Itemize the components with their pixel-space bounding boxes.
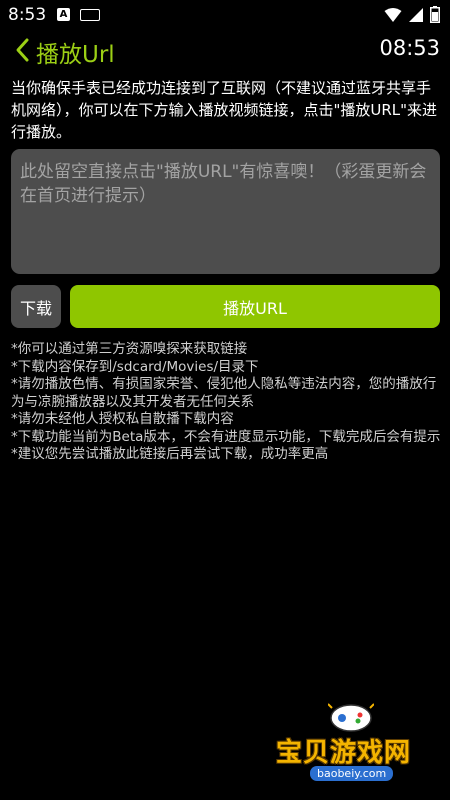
intro-text: 当你确保手表已经成功连接到了互联网（不建议通过蓝牙共享手机网络），你可以在下方输… <box>11 79 438 141</box>
signal-icon <box>409 7 423 22</box>
battery-icon <box>430 6 440 23</box>
download-button[interactable]: 下载 <box>11 285 61 328</box>
app-bar: 播放Url 08:53 <box>0 32 450 68</box>
note-item: *下载内容保存到/sdcard/Movies/目录下 <box>11 358 259 375</box>
back-chevron-icon[interactable] <box>12 36 34 64</box>
a-badge-icon: A <box>57 8 70 21</box>
note-item: *请勿未经他人授权私自散播下载内容 <box>11 411 234 427</box>
watermark-name: 宝贝游戏网 <box>276 738 412 768</box>
status-icons <box>384 6 440 23</box>
url-input-placeholder: 此处留空直接点击"播放URL"有惊喜噢！（彩蛋更新会在首页进行提示） <box>20 162 427 206</box>
note-item: *下载功能当前为Beta版本，不会有进度显示功能，下载完成后会有提示 <box>11 428 441 445</box>
note-item: *建议您先尝试播放此链接后再尝试下载，成功率更高 <box>11 446 329 462</box>
clock: 08:53 <box>379 36 440 60</box>
notes-list: *你可以通过第三方资源嗅探来获取链接 *下载内容保存到/sdcard/Movie… <box>11 341 441 464</box>
gamepad-icon <box>328 703 374 732</box>
play-url-button[interactable]: 播放URL <box>70 285 440 328</box>
url-input[interactable]: 此处留空直接点击"播放URL"有惊喜噢！（彩蛋更新会在首页进行提示） <box>11 149 440 274</box>
watermark-logo: 宝贝游戏网 baobeiy.com <box>270 700 440 790</box>
note-item: *请勿播放色情、有损国家荣誉、侵犯他人隐私等违法内容，您的播放行为与凉腕播放器以… <box>11 376 437 410</box>
status-bar: 8:53 A <box>0 0 450 30</box>
page-title: 播放Url <box>36 42 115 68</box>
status-time: 8:53 <box>8 5 47 25</box>
note-item: *你可以通过第三方资源嗅探来获取链接 <box>11 341 248 357</box>
wifi-icon <box>384 7 402 22</box>
watermark-url: baobeiy.com <box>310 766 394 781</box>
keyboard-icon <box>80 9 100 21</box>
